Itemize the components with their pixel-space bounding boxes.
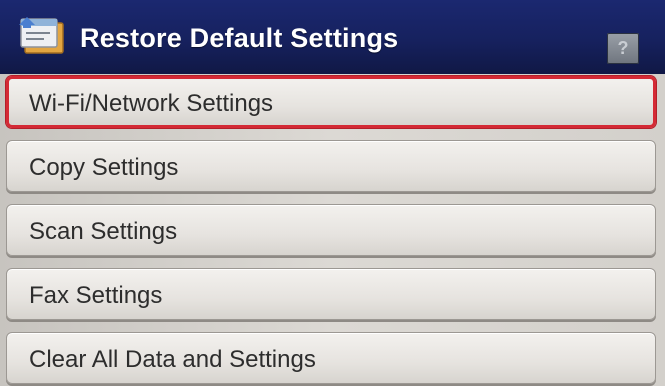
menu-item-label: Wi-Fi/Network Settings <box>29 90 274 117</box>
printer-panel-screen: Restore Default Settings ? Wi-Fi/Network… <box>0 0 665 386</box>
menu-item-label: Copy Settings <box>29 154 179 181</box>
menu-item-fax-settings[interactable]: Fax Settings <box>6 268 656 320</box>
menu-item-clear-all-data[interactable]: Clear All Data and Settings <box>6 332 656 384</box>
help-icon: ? <box>617 38 629 58</box>
menu-item-wifi-network-settings[interactable]: Wi-Fi/Network Settings <box>6 76 656 128</box>
menu-item-scan-settings[interactable]: Scan Settings <box>6 204 656 256</box>
menu-item-label: Clear All Data and Settings <box>29 346 316 373</box>
menu-item-copy-settings[interactable]: Copy Settings <box>6 140 656 192</box>
menu-item-label: Fax Settings <box>29 282 163 309</box>
settings-restore-icon <box>17 14 69 60</box>
title-bar: Restore Default Settings ? <box>0 0 665 74</box>
page-title: Restore Default Settings <box>80 23 399 53</box>
help-button[interactable]: ? <box>607 33 639 64</box>
settings-menu: Wi-Fi/Network Settings Copy Settings Sca… <box>0 74 665 386</box>
menu-item-label: Scan Settings <box>29 218 178 245</box>
